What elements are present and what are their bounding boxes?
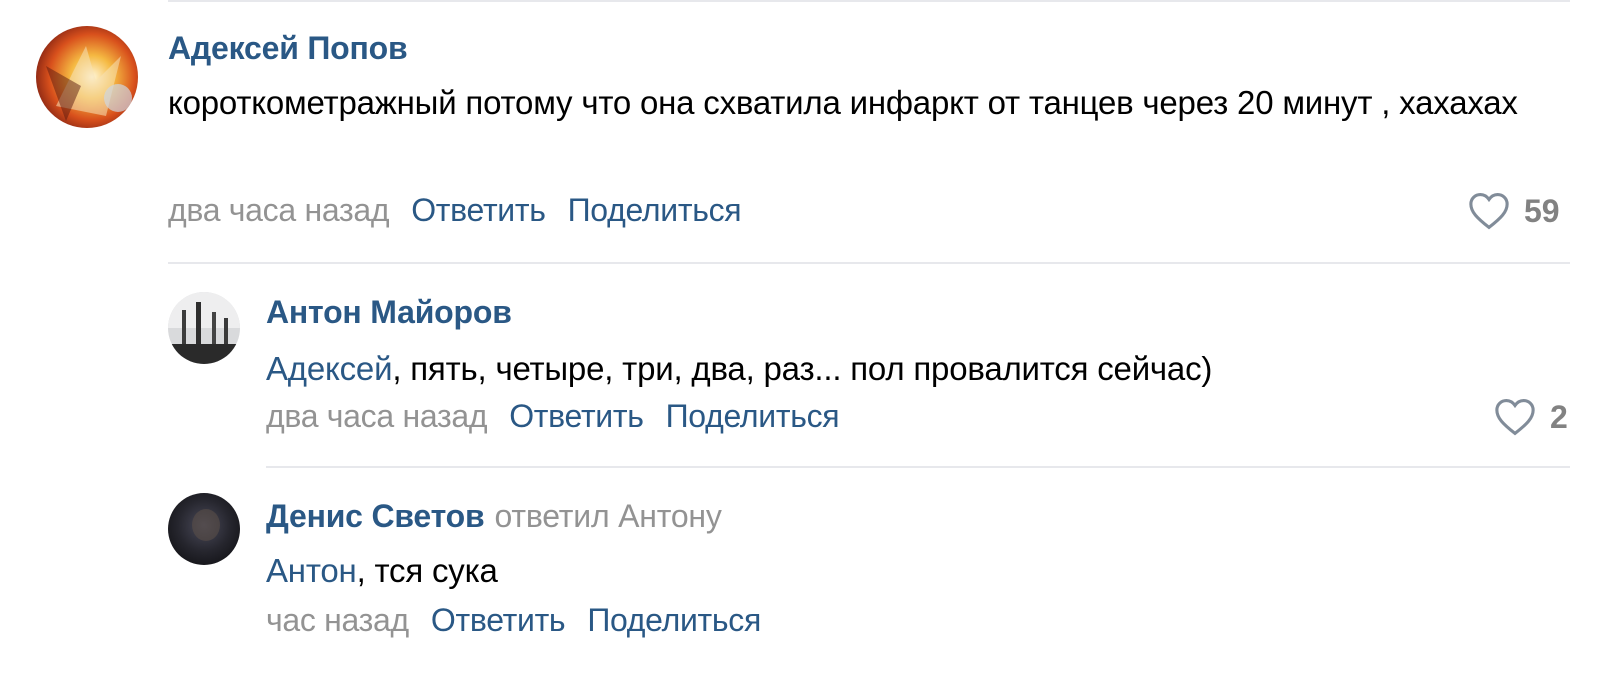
heart-icon — [1469, 193, 1509, 230]
comment-author[interactable]: Адексей Попов — [168, 30, 408, 67]
replied-to-label[interactable]: ответил Антону — [494, 498, 721, 534]
user-avatar-grey-photo-icon — [168, 292, 240, 364]
avatar[interactable] — [168, 292, 240, 364]
user-avatar-dark-photo-icon — [168, 493, 240, 565]
author-name[interactable]: Денис Светов — [266, 498, 485, 534]
comment-meta: два часа назад Ответить Поделиться — [266, 398, 861, 435]
comment-timestamp[interactable]: два часа назад — [266, 398, 488, 434]
comment-author[interactable]: Денис Светов ответил Антону — [266, 498, 722, 535]
comment-divider — [168, 262, 1570, 264]
comment-text: Адексей, пять, четыре, три, два, раз... … — [266, 342, 1566, 395]
comment-meta: два часа назад Ответить Поделиться — [168, 192, 763, 229]
reply-divider — [266, 466, 1570, 468]
like-count: 2 — [1550, 398, 1568, 435]
mention-link[interactable]: Адексей — [266, 350, 393, 387]
top-divider — [168, 0, 1570, 2]
share-button[interactable]: Поделиться — [568, 192, 742, 228]
comment-author[interactable]: Антон Майоров — [266, 294, 512, 331]
comment-timestamp[interactable]: два часа назад — [168, 192, 390, 228]
user-avatar-orange-abstract-icon — [36, 26, 138, 128]
reply-button[interactable]: Ответить — [509, 398, 644, 434]
comment-body: , пять, четыре, три, два, раз... пол про… — [392, 350, 1213, 387]
comment-text: Антон, тся сука — [266, 544, 1566, 597]
heart-icon — [1495, 399, 1535, 436]
share-button[interactable]: Поделиться — [587, 602, 761, 638]
comment-timestamp[interactable]: час назад — [266, 602, 409, 638]
avatar[interactable] — [168, 493, 240, 565]
comment-text: короткометражный потому что она схватила… — [168, 84, 1518, 121]
comment-thread: Адексей Попов короткометражный потому чт… — [0, 0, 1600, 677]
like-button[interactable]: 2 — [1494, 398, 1568, 436]
share-button[interactable]: Поделиться — [666, 398, 840, 434]
like-count: 59 — [1524, 192, 1560, 229]
like-button[interactable]: 59 — [1468, 192, 1560, 230]
comment-body: , тся сука — [356, 552, 498, 589]
mention-link[interactable]: Антон — [266, 552, 357, 589]
reply-button[interactable]: Ответить — [411, 192, 546, 228]
reply-button[interactable]: Ответить — [431, 602, 566, 638]
comment-meta: час назад Ответить Поделиться — [266, 602, 783, 639]
avatar[interactable] — [36, 26, 138, 128]
